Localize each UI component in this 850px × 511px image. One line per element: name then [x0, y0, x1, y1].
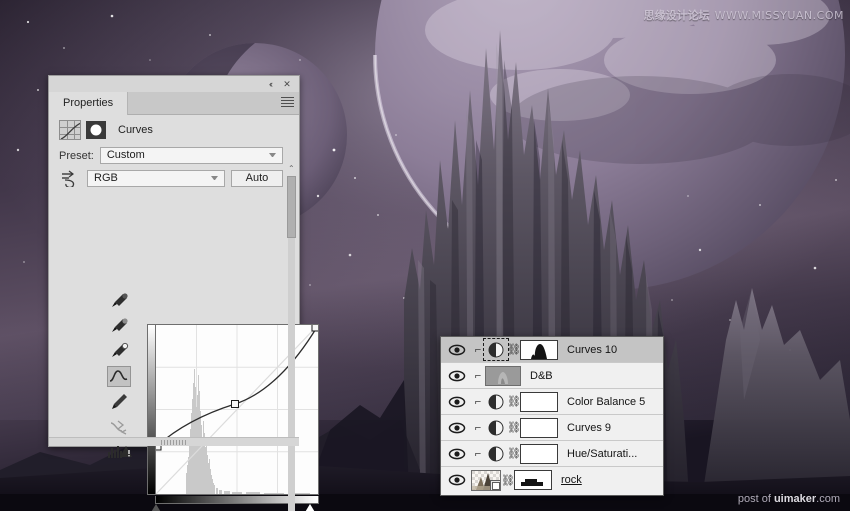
layer-name: Color Balance 5 [567, 395, 646, 408]
properties-tab-row: Properties [49, 92, 299, 115]
black-point-slider[interactable] [150, 504, 162, 511]
layer-mask-thumbnail[interactable] [514, 470, 552, 490]
chevron-down-icon [211, 175, 218, 181]
watermark-bottom-suffix: .com [816, 493, 840, 505]
collapse-panel-icon[interactable]: ‹‹ [263, 78, 277, 90]
smooth-curve-icon[interactable] [107, 416, 131, 437]
clipping-mask-icon: ⌐ [474, 395, 482, 408]
adjustment-thumbnail[interactable] [485, 418, 507, 437]
eye-icon[interactable] [443, 389, 471, 415]
scrollbar-thumb[interactable] [287, 176, 296, 238]
layer-mask-thumbnail[interactable] [520, 391, 558, 412]
preset-row: Preset: Custom [49, 147, 299, 164]
layer-row-hue-saturation[interactable]: ⌐ ⛓ Hue/Saturati... [441, 441, 663, 467]
layer-name: D&B [530, 369, 553, 382]
properties-scrollbar[interactable]: ⌃ ⌄ [286, 164, 297, 511]
channel-select[interactable]: RGB [87, 169, 225, 187]
layer-mask-icon [86, 121, 106, 139]
clipping-mask-icon: ⌐ [474, 421, 482, 434]
preset-label: Preset: [59, 149, 94, 162]
watermark-cn-text: 思缘设计论坛 [643, 9, 710, 22]
layer-mask-thumbnail[interactable] [520, 339, 558, 360]
properties-panel-footer [49, 437, 299, 446]
on-image-adjustment-icon[interactable] [59, 169, 81, 189]
white-point-slider[interactable] [304, 504, 316, 511]
layer-row-rock[interactable]: ⛓ rock [441, 467, 663, 493]
link-icon[interactable]: ⛓ [507, 343, 521, 356]
eyedropper-white-point-icon[interactable] [107, 341, 131, 362]
curve-point-tool-icon[interactable] [107, 366, 131, 387]
resize-grip[interactable] [161, 440, 187, 445]
link-icon[interactable]: ⛓ [507, 447, 521, 460]
eyedropper-gray-point-icon[interactable] [107, 316, 131, 337]
channel-row: RGB Auto [49, 169, 299, 189]
properties-panel-titlebar: ‹‹ ✕ [49, 76, 299, 92]
layer-row-color-balance-5[interactable]: ⌐ ⛓ Color Balance 5 [441, 389, 663, 415]
layer-name: rock [561, 474, 582, 486]
eye-icon[interactable] [443, 337, 471, 363]
eye-icon[interactable] [443, 441, 471, 467]
clipping-mask-icon: ⌐ [474, 343, 482, 356]
link-icon[interactable]: ⛓ [501, 474, 515, 487]
watermark-bottom-brand: uimaker [773, 493, 817, 505]
pixel-layer-thumbnail[interactable] [485, 365, 521, 386]
layer-row-db[interactable]: ⌐ D&B [441, 363, 663, 389]
auto-button[interactable]: Auto [231, 169, 283, 187]
preset-value: Custom [106, 149, 145, 161]
channel-value: RGB [94, 171, 118, 184]
watermark-top: 思缘设计论坛 WWW.MISSYUAN.COM [644, 7, 844, 23]
adjustment-title: Curves [118, 124, 153, 136]
link-icon[interactable]: ⛓ [507, 421, 521, 434]
panel-menu-icon[interactable] [281, 97, 294, 109]
pencil-draw-curve-icon[interactable] [107, 391, 131, 412]
smart-object-thumbnail[interactable] [471, 469, 501, 491]
layer-mask-thumbnail[interactable] [520, 417, 558, 438]
adjustment-thumbnail[interactable] [485, 444, 507, 463]
watermark-bottom-prefix: post of [737, 493, 774, 505]
curves-icon [59, 120, 81, 140]
scroll-down-icon[interactable]: ⌄ [288, 507, 295, 511]
output-gradient-bar [147, 324, 155, 495]
chevron-down-icon [269, 153, 276, 158]
eye-icon[interactable] [443, 363, 471, 389]
properties-panel-body: Curves Preset: Custom RGB Auto ⌃ [49, 115, 320, 511]
adjustment-thumbnail[interactable] [483, 338, 509, 361]
adjustment-header: Curves [49, 115, 299, 141]
watermark-bottom: post of uimaker.com [738, 493, 840, 505]
preset-select[interactable]: Custom [99, 147, 283, 164]
watermark-url-text: WWW.MISSYUAN.COM [714, 9, 844, 22]
eye-icon[interactable] [443, 415, 471, 441]
layer-name: Curves 9 [567, 421, 612, 434]
layer-mask-thumbnail[interactable] [520, 443, 558, 464]
layer-row-curves-9[interactable]: ⌐ ⛓ Curves 9 [441, 415, 663, 441]
eyedropper-black-point-icon[interactable] [107, 291, 131, 312]
smart-object-badge [490, 479, 500, 490]
scroll-up-icon[interactable]: ⌃ [288, 164, 295, 173]
clipping-mask-icon: ⌐ [474, 447, 482, 460]
close-icon[interactable]: ✕ [280, 78, 294, 90]
eye-icon[interactable] [443, 467, 471, 493]
layer-name: Hue/Saturati... [567, 447, 638, 460]
layer-name: Curves 10 [567, 343, 618, 356]
layer-row-curves-10[interactable]: ⌐ ⛓ Curves 10 [441, 337, 663, 363]
clipping-mask-icon: ⌐ [474, 369, 482, 382]
tab-properties[interactable]: Properties [49, 92, 129, 115]
properties-panel: ‹‹ ✕ Properties Curves Preset: Custom RG… [48, 75, 320, 511]
layers-panel: ⌐ ⛓ Curves 10 ⌐ D&B ⌐ ⛓ Color Balance 5 … [440, 336, 664, 496]
link-icon[interactable]: ⛓ [507, 395, 521, 408]
adjustment-thumbnail[interactable] [485, 392, 507, 411]
